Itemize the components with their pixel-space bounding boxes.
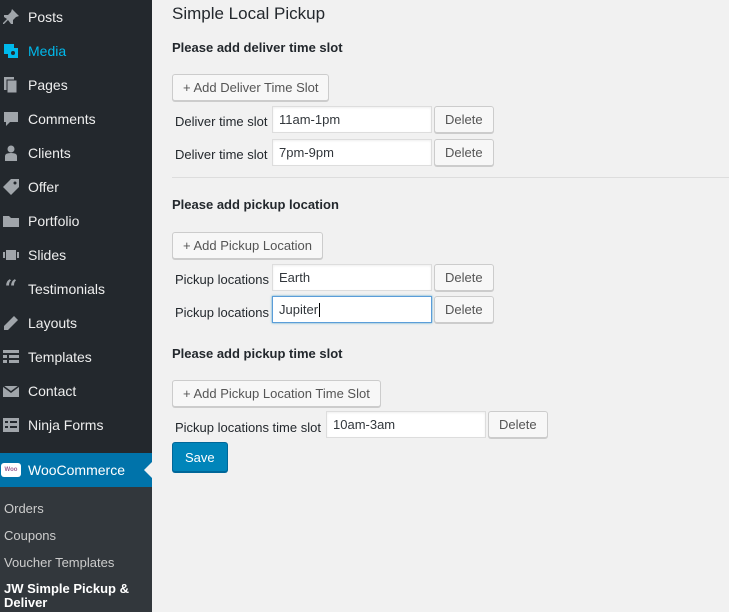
menu-item-slides[interactable]: Slides <box>0 238 152 272</box>
menu-label: Layouts <box>28 315 78 331</box>
tag-icon <box>0 177 22 197</box>
grid-icon <box>0 347 22 367</box>
menu-label: Testimonials <box>28 281 106 297</box>
delete-pickup-location-button[interactable]: Delete <box>434 264 494 291</box>
folder-icon <box>0 211 22 231</box>
pencil-icon <box>0 313 22 333</box>
menu-item-clients[interactable]: Clients <box>0 136 152 170</box>
menu-item-contact[interactable]: Contact <box>0 374 152 408</box>
menu-item-pages[interactable]: Pages <box>0 68 152 102</box>
pin-icon <box>0 7 22 27</box>
section-divider <box>172 177 729 178</box>
menu-item-templates[interactable]: Templates <box>0 340 152 374</box>
menu-label: Media <box>28 43 67 59</box>
slides-icon <box>0 245 22 265</box>
comment-icon <box>0 109 22 129</box>
menu-item-layouts[interactable]: Layouts <box>0 306 152 340</box>
input-value: Jupiter <box>279 302 319 317</box>
delete-deliver-slot-button[interactable]: Delete <box>434 106 494 133</box>
deliver-section-heading: Please add deliver time slot <box>172 40 343 55</box>
current-menu-arrow <box>144 462 152 478</box>
pages-icon <box>0 75 22 95</box>
mail-icon <box>0 381 22 401</box>
pickup-location-label: Pickup locations <box>175 305 269 320</box>
delete-pickup-location-button[interactable]: Delete <box>434 296 494 323</box>
pickup-location-label: Pickup locations <box>175 272 269 287</box>
user-icon <box>0 143 22 163</box>
menu-label: Portfolio <box>28 213 80 229</box>
menu-item-testimonials[interactable]: “ Testimonials <box>0 272 152 306</box>
menu-label: Slides <box>28 247 67 263</box>
menu-item-comments[interactable]: Comments <box>0 102 152 136</box>
submenu-item-coupons[interactable]: Coupons <box>4 528 56 543</box>
admin-sidebar: Posts Media Pages Comments Clients Offer <box>0 0 152 612</box>
media-icon <box>0 41 22 61</box>
add-pickup-location-button[interactable]: + Add Pickup Location <box>172 232 324 259</box>
woocommerce-submenu: Orders Coupons Voucher Templates JW Simp… <box>0 487 152 612</box>
add-deliver-time-slot-button[interactable]: + Add Deliver Time Slot <box>172 74 330 101</box>
woocommerce-logo-icon: Woo <box>0 460 22 480</box>
menu-item-woocommerce[interactable]: Woo WooCommerce <box>0 453 152 487</box>
menu-label: Offer <box>28 179 59 195</box>
pickup-location-input[interactable]: Earth <box>272 264 432 291</box>
woo-logo: Woo <box>1 463 21 477</box>
menu-label: Comments <box>28 111 96 127</box>
menu-item-media[interactable]: Media <box>0 34 152 68</box>
submenu-item-simple-pickup[interactable]: JW Simple Pickup & Deliver <box>4 582 144 610</box>
menu-label: Templates <box>28 349 92 365</box>
menu-item-posts[interactable]: Posts <box>0 0 152 34</box>
pickup-time-section-heading: Please add pickup time slot <box>172 346 343 361</box>
menu-item-portfolio[interactable]: Portfolio <box>0 204 152 238</box>
menu-label: WooCommerce <box>28 462 125 478</box>
menu-item-ninja-forms[interactable]: Ninja Forms <box>0 408 152 442</box>
add-pickup-location-time-slot-button[interactable]: + Add Pickup Location Time Slot <box>172 380 381 407</box>
menu-label: Ninja Forms <box>28 417 104 433</box>
menu-label: Contact <box>28 383 77 399</box>
pickup-location-input-focused[interactable]: Jupiter <box>272 296 432 323</box>
menu-label: Posts <box>28 9 64 25</box>
form-icon <box>0 415 22 435</box>
submenu-item-voucher-templates[interactable]: Voucher Templates <box>4 555 114 570</box>
quote-icon: “ <box>4 276 18 302</box>
pickup-time-slot-input[interactable]: 10am-3am <box>326 411 486 438</box>
menu-label: Clients <box>28 145 71 161</box>
menu-item-offer[interactable]: Offer <box>0 170 152 204</box>
deliver-slot-input[interactable]: 7pm-9pm <box>272 139 432 166</box>
deliver-slot-input[interactable]: 11am-1pm <box>272 106 432 133</box>
deliver-slot-label: Deliver time slot <box>175 114 268 129</box>
delete-deliver-slot-button[interactable]: Delete <box>434 139 494 166</box>
location-section-heading: Please add pickup location <box>172 197 339 212</box>
main-content: Simple Local Pickup Please add deliver t… <box>152 0 729 612</box>
page-title: Simple Local Pickup <box>172 4 326 23</box>
text-caret <box>319 302 321 317</box>
save-button[interactable]: Save <box>172 442 228 472</box>
deliver-slot-label: Deliver time slot <box>175 147 268 162</box>
submenu-item-orders[interactable]: Orders <box>4 501 44 516</box>
delete-pickup-time-slot-button[interactable]: Delete <box>488 411 548 438</box>
pickup-time-slot-label: Pickup locations time slot <box>175 420 321 435</box>
menu-label: Pages <box>28 77 68 93</box>
